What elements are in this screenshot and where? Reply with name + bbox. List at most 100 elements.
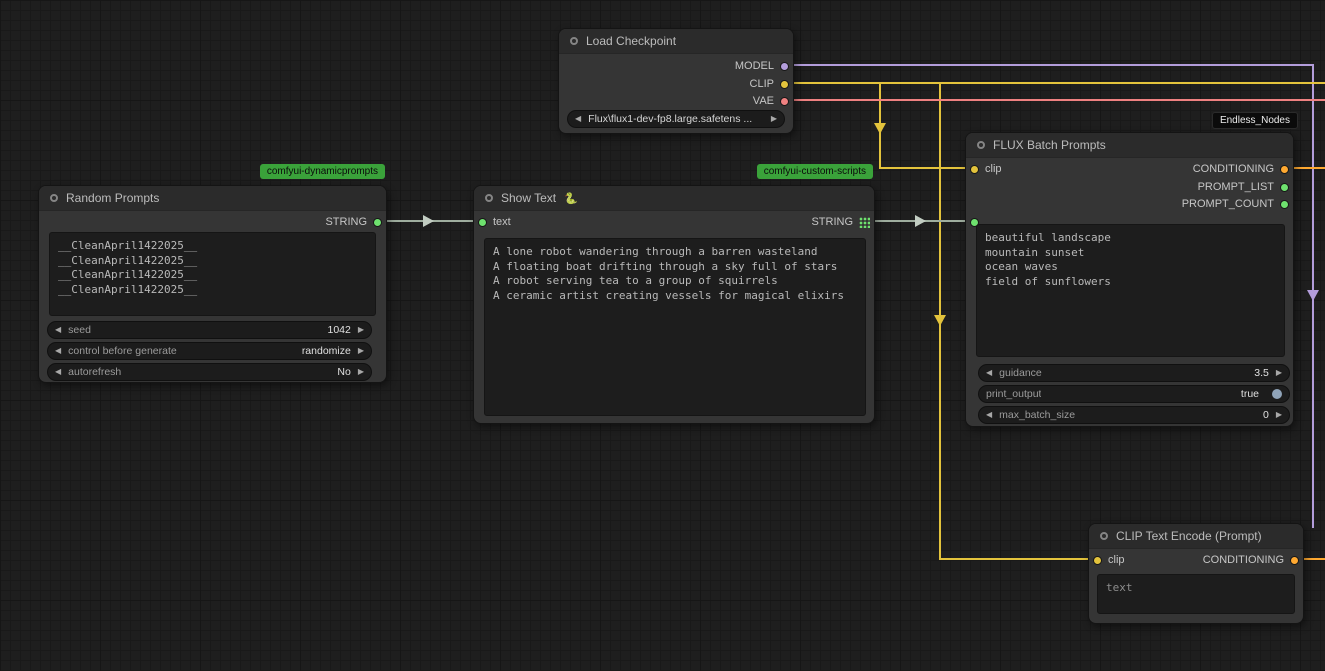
port-label: STRING xyxy=(811,216,853,228)
combo-left-icon[interactable]: ◀ xyxy=(575,115,581,123)
toggle-knob[interactable] xyxy=(1272,389,1282,399)
node-title: FLUX Batch Prompts xyxy=(993,138,1106,152)
clip-input-port[interactable] xyxy=(1093,556,1102,565)
prompt-text-area[interactable]: __CleanApril1422025__ __CleanApril142202… xyxy=(49,232,376,316)
node-title-bar[interactable]: Random Prompts xyxy=(39,186,386,211)
node-title: Load Checkpoint xyxy=(586,34,676,48)
node-title-bar[interactable]: FLUX Batch Prompts xyxy=(966,133,1293,158)
widget-value: randomize xyxy=(302,345,351,357)
widget-value: 1042 xyxy=(327,324,350,336)
string-output-port[interactable] xyxy=(373,218,382,227)
node-title-bar[interactable]: Show Text 🐍 xyxy=(474,186,874,211)
badge-custom-scripts: comfyui-custom-scripts xyxy=(757,164,873,179)
output-row-prompt-count: PROMPT_COUNT xyxy=(1182,196,1289,212)
guidance-widget[interactable]: ◀ guidance 3.5 ▶ xyxy=(978,364,1290,382)
conditioning-output-port[interactable] xyxy=(1280,165,1289,174)
pysssss-snake-icon: 🐍 xyxy=(564,192,578,205)
autorefresh-widget[interactable]: ◀ autorefresh No ▶ xyxy=(47,363,372,381)
port-label: clip xyxy=(1108,554,1125,566)
port-label: CONDITIONING xyxy=(1203,554,1284,566)
output-row-clip: CLIP xyxy=(750,76,789,92)
decrement-icon[interactable]: ◀ xyxy=(55,326,61,334)
batch-prompts-text-area[interactable]: beautiful landscape mountain sunset ocea… xyxy=(976,224,1285,357)
increment-icon[interactable]: ▶ xyxy=(1276,369,1282,377)
shown-text-area[interactable]: A lone robot wandering through a barren … xyxy=(484,238,866,416)
print-output-toggle[interactable]: print_output true xyxy=(978,385,1290,403)
string-list-output-port-icon[interactable] xyxy=(859,217,870,228)
node-load-checkpoint[interactable]: Load Checkpoint MODEL CLIP VAE ◀ Flux\fl… xyxy=(558,28,794,134)
prompt-list-output-port[interactable] xyxy=(1280,183,1289,192)
output-row-conditioning: CONDITIONING xyxy=(1193,161,1289,177)
port-label: STRING xyxy=(325,216,367,228)
port-label: text xyxy=(493,216,511,228)
output-row-string: STRING xyxy=(325,214,382,230)
node-title: CLIP Text Encode (Prompt) xyxy=(1116,529,1262,543)
collapse-dot[interactable] xyxy=(570,37,578,45)
model-output-port[interactable] xyxy=(780,62,789,71)
clip-input-port[interactable] xyxy=(970,165,979,174)
widget-name: max_batch_size xyxy=(999,409,1075,421)
wire-arrow-down-icon xyxy=(1307,290,1319,301)
output-row-vae: VAE xyxy=(753,93,789,109)
input-row-clip: clip xyxy=(1093,552,1125,568)
decrement-icon[interactable]: ◀ xyxy=(55,368,61,376)
increment-icon[interactable]: ▶ xyxy=(1276,411,1282,419)
prompt-count-output-port[interactable] xyxy=(1280,200,1289,209)
port-label: clip xyxy=(985,163,1002,175)
port-label: CONDITIONING xyxy=(1193,163,1274,175)
port-label: MODEL xyxy=(735,60,774,72)
node-title-bar[interactable]: CLIP Text Encode (Prompt) xyxy=(1089,524,1303,549)
node-random-prompts[interactable]: Random Prompts STRING __CleanApril142202… xyxy=(38,185,387,383)
port-label: CLIP xyxy=(750,78,774,90)
conditioning-output-port[interactable] xyxy=(1290,556,1299,565)
badge-dynamicprompts: comfyui-dynamicprompts xyxy=(260,164,385,179)
output-row-conditioning: CONDITIONING xyxy=(1203,552,1299,568)
node-graph-canvas[interactable]: comfyui-dynamicprompts comfyui-custom-sc… xyxy=(0,0,1325,671)
port-label: VAE xyxy=(753,95,774,107)
max-batch-size-widget[interactable]: ◀ max_batch_size 0 ▶ xyxy=(978,406,1290,424)
node-show-text[interactable]: Show Text 🐍 text STRING A lone robot wan… xyxy=(473,185,875,424)
increment-icon[interactable]: ▶ xyxy=(358,368,364,376)
node-title-bar[interactable]: Load Checkpoint xyxy=(559,29,793,54)
collapse-dot[interactable] xyxy=(50,194,58,202)
node-title: Random Prompts xyxy=(66,191,159,205)
node-clip-text-encode[interactable]: CLIP Text Encode (Prompt) clip CONDITION… xyxy=(1088,523,1304,624)
combo-right-icon[interactable]: ▶ xyxy=(771,115,777,123)
vae-output-port[interactable] xyxy=(780,97,789,106)
widget-value: 0 xyxy=(1263,409,1269,421)
seed-widget[interactable]: ◀ seed 1042 ▶ xyxy=(47,321,372,339)
control-before-generate-widget[interactable]: ◀ control before generate randomize ▶ xyxy=(47,342,372,360)
widget-name: guidance xyxy=(999,367,1042,379)
badge-endless-nodes: Endless_Nodes xyxy=(1212,112,1298,129)
widget-value: true xyxy=(1241,388,1259,400)
wire-arrow-right-icon xyxy=(423,215,434,227)
node-title: Show Text xyxy=(501,191,556,205)
combo-value: Flux\flux1-dev-fp8.large.safetens ... xyxy=(588,113,752,125)
increment-icon[interactable]: ▶ xyxy=(358,347,364,355)
widget-value: No xyxy=(337,366,350,378)
collapse-dot[interactable] xyxy=(1100,532,1108,540)
prompt-text-area[interactable]: text xyxy=(1097,574,1295,614)
input-row-clip: clip xyxy=(970,161,1002,177)
wire-arrow-right-icon xyxy=(915,215,926,227)
increment-icon[interactable]: ▶ xyxy=(358,326,364,334)
ckpt-name-combo[interactable]: ◀ Flux\flux1-dev-fp8.large.safetens ... … xyxy=(567,110,785,128)
widget-name: autorefresh xyxy=(68,366,121,378)
text-input-port[interactable] xyxy=(478,218,487,227)
output-row-string: STRING xyxy=(811,214,870,230)
input-row-text: text xyxy=(478,214,511,230)
widget-name: control before generate xyxy=(68,345,177,357)
clip-output-port[interactable] xyxy=(780,80,789,89)
node-flux-batch-prompts[interactable]: FLUX Batch Prompts clip CONDITIONING PRO… xyxy=(965,132,1294,427)
port-label: PROMPT_COUNT xyxy=(1182,198,1274,210)
output-row-prompt-list: PROMPT_LIST xyxy=(1198,179,1289,195)
output-row-model: MODEL xyxy=(735,58,789,74)
decrement-icon[interactable]: ◀ xyxy=(55,347,61,355)
widget-name: print_output xyxy=(986,388,1041,400)
collapse-dot[interactable] xyxy=(485,194,493,202)
decrement-icon[interactable]: ◀ xyxy=(986,369,992,377)
wire-arrow-down-icon xyxy=(874,123,886,134)
collapse-dot[interactable] xyxy=(977,141,985,149)
wire-clip-to-flux xyxy=(880,83,970,168)
decrement-icon[interactable]: ◀ xyxy=(986,411,992,419)
